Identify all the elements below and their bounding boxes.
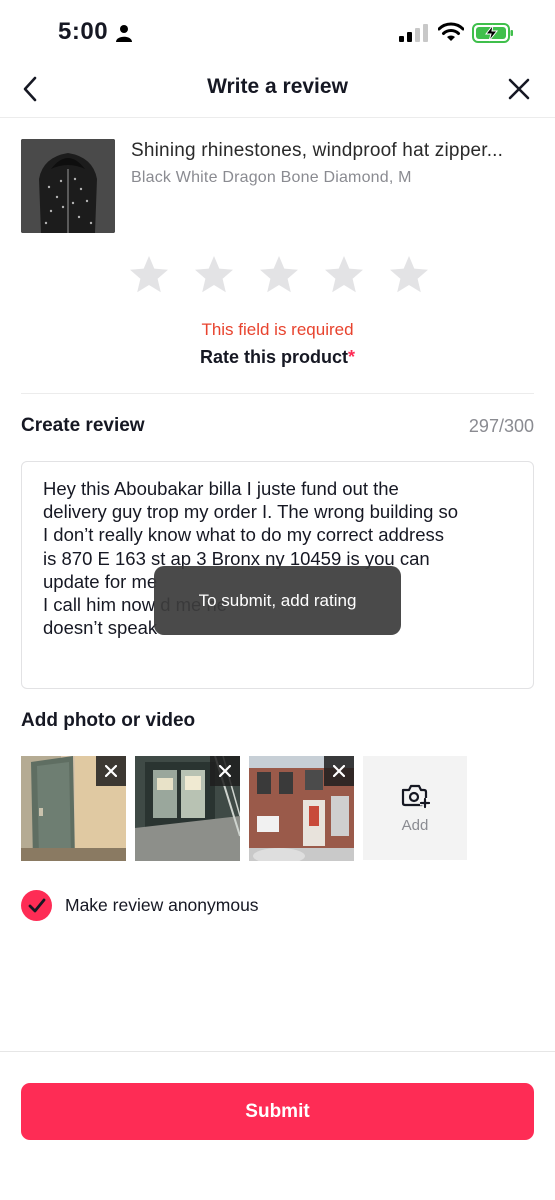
battery-charging-icon bbox=[472, 23, 513, 43]
star-icon[interactable] bbox=[257, 253, 301, 297]
rating-error: This field is required bbox=[201, 320, 354, 339]
add-media-label: Add bbox=[401, 816, 429, 834]
star-rating bbox=[127, 253, 431, 297]
product-image bbox=[21, 139, 115, 233]
header-divider bbox=[0, 117, 555, 118]
status-time: 5:00 bbox=[58, 18, 109, 45]
review-label: Create review bbox=[21, 415, 145, 436]
close-icon bbox=[508, 78, 530, 100]
product-title: Shining rhinestones, windproof hat zippe… bbox=[131, 140, 504, 161]
wifi-icon bbox=[438, 22, 464, 41]
footer-divider bbox=[0, 1051, 555, 1052]
toast-message: To submit, add rating bbox=[154, 566, 401, 635]
anonymous-label[interactable]: Make review anonymous bbox=[65, 895, 259, 916]
anonymous-checkbox[interactable] bbox=[21, 890, 52, 921]
media-thumb-hallway[interactable] bbox=[21, 756, 126, 861]
add-media-button[interactable]: Add bbox=[363, 756, 467, 860]
submit-button[interactable]: Submit bbox=[21, 1083, 534, 1140]
page-title: Write a review bbox=[207, 75, 348, 98]
remove-media-button[interactable] bbox=[96, 756, 126, 786]
required-asterisk: * bbox=[348, 347, 356, 367]
checkmark-icon bbox=[28, 898, 45, 912]
star-icon[interactable] bbox=[322, 253, 366, 297]
close-icon bbox=[219, 765, 231, 777]
remove-media-button[interactable] bbox=[324, 756, 354, 786]
product-variant: Black White Dragon Bone Diamond, M bbox=[131, 169, 412, 186]
camera-plus-icon bbox=[401, 784, 430, 808]
rating-label: Rate this product* bbox=[0, 347, 555, 368]
char-count: 297/300 bbox=[468, 416, 534, 436]
person-icon bbox=[116, 25, 132, 42]
section-divider bbox=[21, 393, 534, 394]
star-icon[interactable] bbox=[387, 253, 431, 297]
rating-label-text: Rate this product bbox=[199, 347, 348, 367]
remove-media-button[interactable] bbox=[210, 756, 240, 786]
media-thumb-building[interactable] bbox=[249, 756, 354, 861]
close-button[interactable] bbox=[502, 72, 536, 106]
close-icon bbox=[105, 765, 117, 777]
star-icon[interactable] bbox=[192, 253, 236, 297]
media-label: Add photo or video bbox=[21, 710, 196, 731]
media-thumb-entrance[interactable] bbox=[135, 756, 240, 861]
star-icon[interactable] bbox=[127, 253, 171, 297]
signal-icon bbox=[399, 24, 428, 42]
close-icon bbox=[333, 765, 345, 777]
